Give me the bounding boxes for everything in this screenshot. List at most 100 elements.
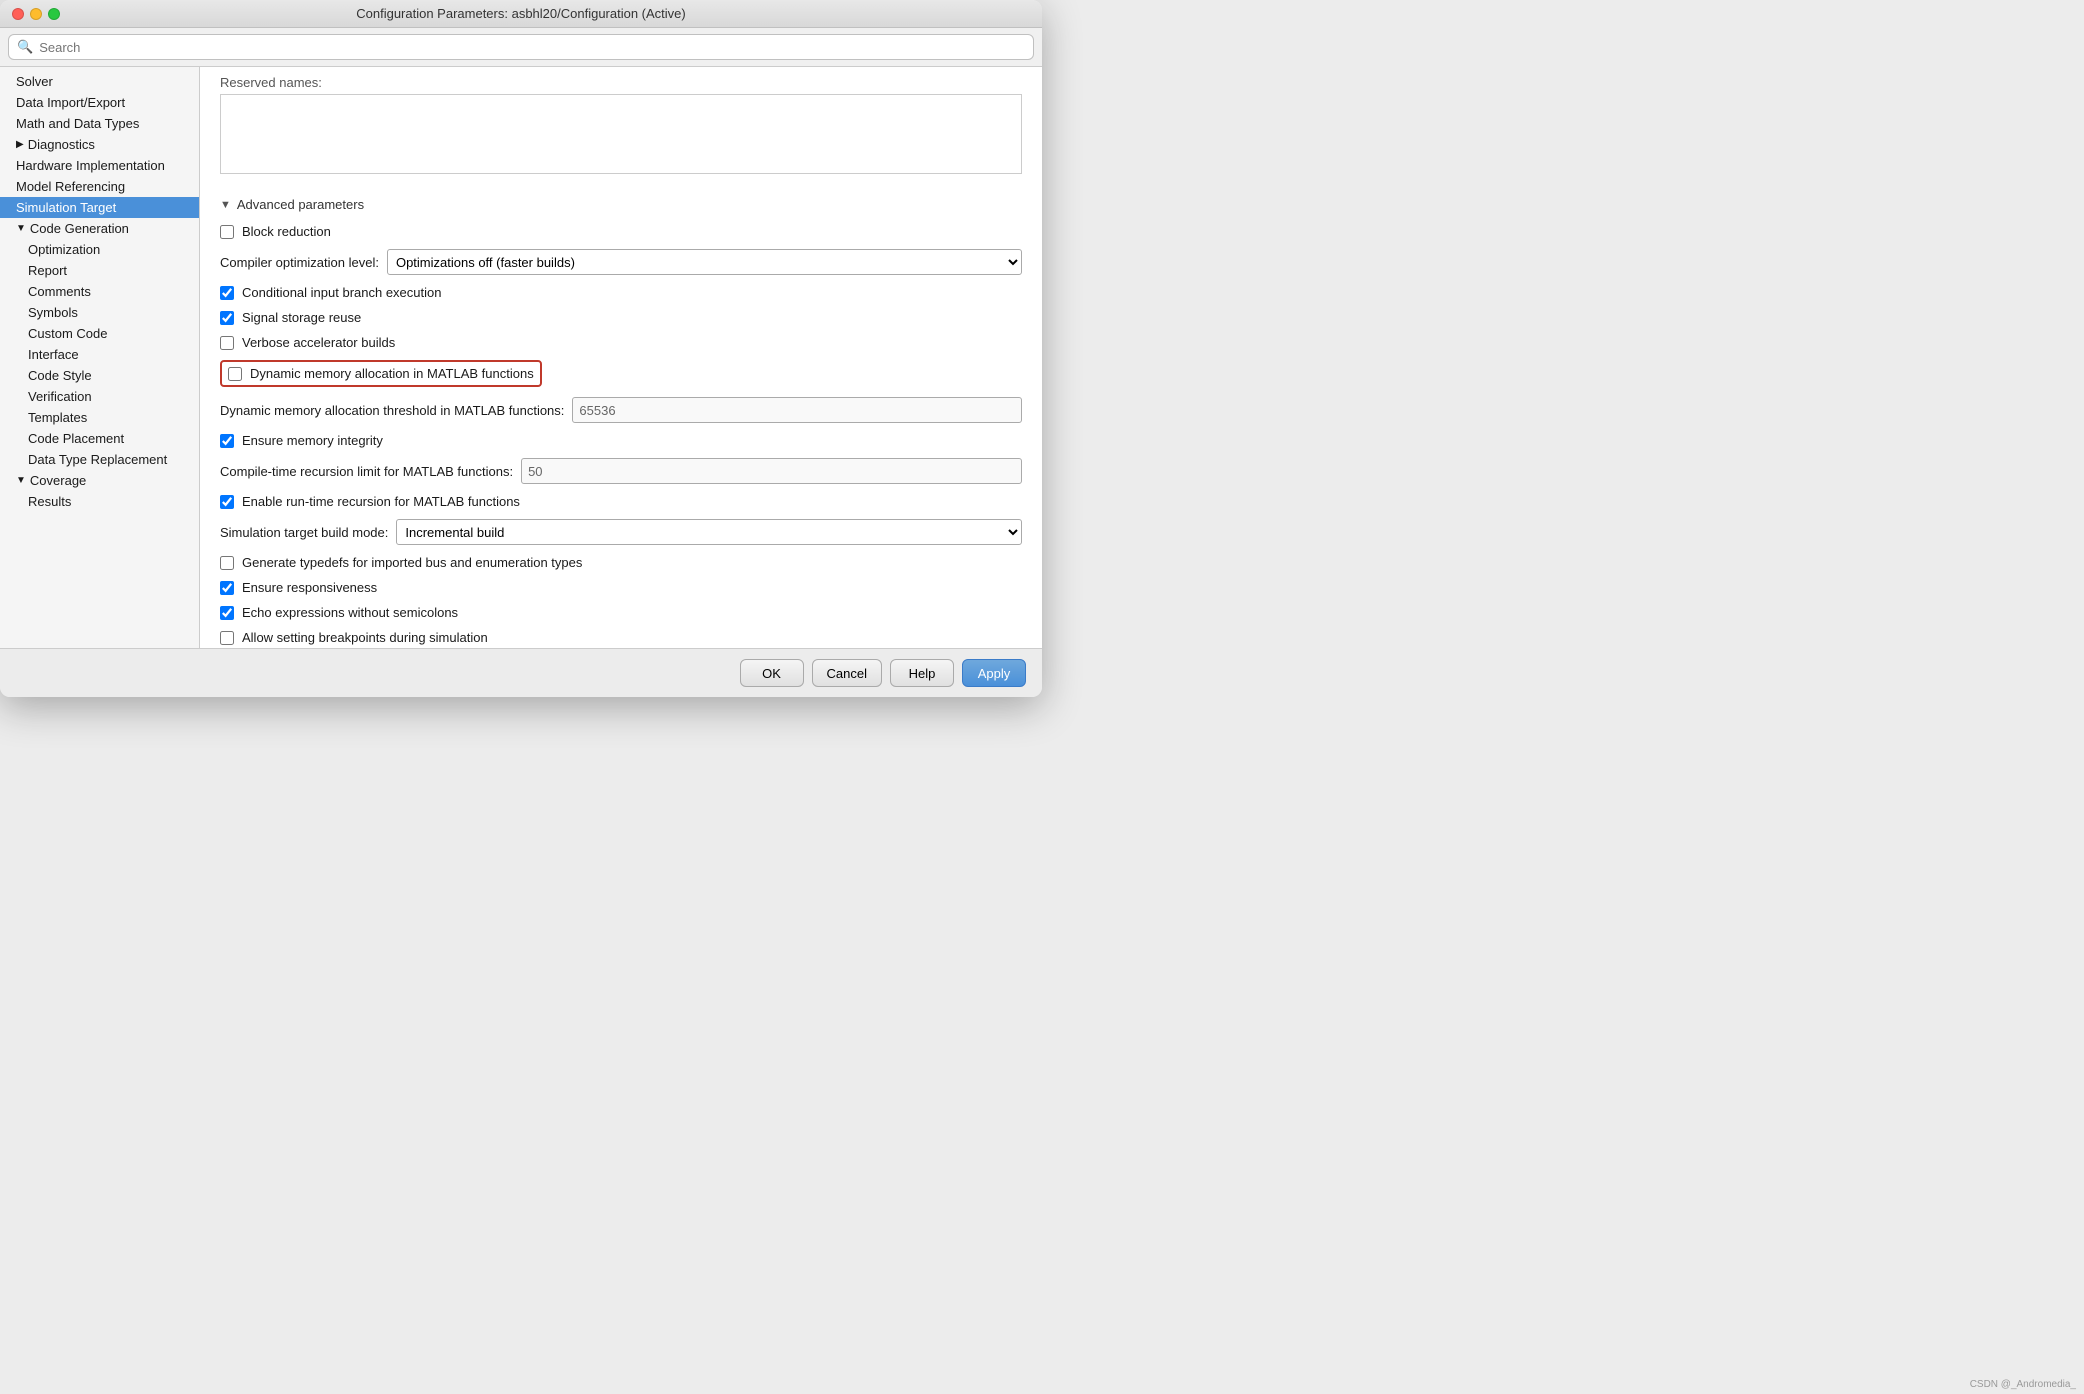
advanced-parameters-header: ▼ Advanced parameters <box>220 197 1022 212</box>
sidebar-item-label: Data Type Replacement <box>28 452 167 467</box>
sidebar-item-code-generation[interactable]: ▼Code Generation <box>0 218 199 239</box>
main-window: Configuration Parameters: asbhl20/Config… <box>0 0 1042 697</box>
sidebar-item-templates[interactable]: Templates <box>0 407 199 428</box>
label-dynamic-memory-allocation: Dynamic memory allocation in MATLAB func… <box>250 366 534 381</box>
checkbox-signal-storage-reuse[interactable] <box>220 311 234 325</box>
window-title: Configuration Parameters: asbhl20/Config… <box>356 6 686 21</box>
param-row-sim-target-build-mode: Simulation target build mode: Incremental… <box>220 519 1022 545</box>
sidebar-item-label: Results <box>28 494 71 509</box>
sidebar-item-label: Model Referencing <box>16 179 125 194</box>
label-generate-typedefs: Generate typedefs for imported bus and e… <box>242 555 582 570</box>
sidebar-item-label: Custom Code <box>28 326 107 341</box>
checkbox-generate-typedefs[interactable] <box>220 556 234 570</box>
param-row-conditional-input-branch: Conditional input branch execution <box>220 285 1022 300</box>
sidebar-item-coverage[interactable]: ▼Coverage <box>0 470 199 491</box>
sidebar-item-label: Comments <box>28 284 91 299</box>
close-button[interactable] <box>12 8 24 20</box>
sidebar-item-label: Simulation Target <box>16 200 116 215</box>
sidebar-item-model-referencing[interactable]: Model Referencing <box>0 176 199 197</box>
sidebar-item-simulation-target[interactable]: Simulation Target <box>0 197 199 218</box>
collapse-icon[interactable]: ▼ <box>220 199 231 211</box>
sidebar-item-label: Code Style <box>28 368 92 383</box>
sidebar-item-code-placement[interactable]: Code Placement <box>0 428 199 449</box>
sidebar-item-label: Diagnostics <box>28 137 95 152</box>
checkbox-enable-runtime-recursion[interactable] <box>220 495 234 509</box>
sidebar-item-report[interactable]: Report <box>0 260 199 281</box>
sidebar-item-comments[interactable]: Comments <box>0 281 199 302</box>
advanced-parameters-title: Advanced parameters <box>237 197 364 212</box>
label-dynamic-memory-threshold: Dynamic memory allocation threshold in M… <box>220 403 564 418</box>
param-row-compiler-opt-level: Compiler optimization level: Optimization… <box>220 249 1022 275</box>
param-row-compile-time-recursion: Compile-time recursion limit for MATLAB … <box>220 458 1022 484</box>
params-container: Block reduction Compiler optimization lev… <box>220 224 1022 645</box>
cancel-button[interactable]: Cancel <box>812 659 882 687</box>
label-verbose-accelerator-builds: Verbose accelerator builds <box>242 335 395 350</box>
chevron-icon: ▼ <box>16 475 26 486</box>
label-allow-breakpoints: Allow setting breakpoints during simulat… <box>242 630 488 645</box>
checkbox-ensure-memory-integrity[interactable] <box>220 434 234 448</box>
minimize-button[interactable] <box>30 8 42 20</box>
checkbox-echo-expressions[interactable] <box>220 606 234 620</box>
sidebar-item-diagnostics[interactable]: ▶Diagnostics <box>0 134 199 155</box>
label-enable-runtime-recursion: Enable run-time recursion for MATLAB fun… <box>242 494 520 509</box>
main-content: Solver Data Import/Export Math and Data Ty… <box>0 67 1042 648</box>
help-button[interactable]: Help <box>890 659 954 687</box>
text-input-compile-time-recursion[interactable] <box>521 458 1022 484</box>
maximize-button[interactable] <box>48 8 60 20</box>
sidebar-item-data-type-replacement[interactable]: Data Type Replacement <box>0 449 199 470</box>
watermark: CSDN @_Andromedia_ <box>1970 1379 2076 1390</box>
sidebar: Solver Data Import/Export Math and Data Ty… <box>0 67 200 648</box>
label-ensure-responsiveness: Ensure responsiveness <box>242 580 377 595</box>
content-area: Reserved names: ▼ Advanced parameters Bl… <box>200 67 1042 648</box>
dropdown-sim-target-build-mode[interactable]: Incremental buildClean build <box>396 519 1022 545</box>
sidebar-item-label: Optimization <box>28 242 100 257</box>
param-row-block-reduction: Block reduction <box>220 224 1022 239</box>
sidebar-item-symbols[interactable]: Symbols <box>0 302 199 323</box>
advanced-parameters-section: ▼ Advanced parameters Block reduction Com… <box>200 187 1042 648</box>
sidebar-item-label: Math and Data Types <box>16 116 139 131</box>
checkbox-dynamic-memory-allocation[interactable] <box>228 367 242 381</box>
label-ensure-memory-integrity: Ensure memory integrity <box>242 433 383 448</box>
checkbox-block-reduction[interactable] <box>220 225 234 239</box>
label-block-reduction: Block reduction <box>242 224 331 239</box>
sidebar-item-label: Code Generation <box>30 221 129 236</box>
sidebar-item-code-style[interactable]: Code Style <box>0 365 199 386</box>
param-row-echo-expressions: Echo expressions without semicolons <box>220 605 1022 620</box>
text-input-dynamic-memory-threshold[interactable] <box>572 397 1022 423</box>
param-row-dynamic-memory-threshold: Dynamic memory allocation threshold in M… <box>220 397 1022 423</box>
label-compiler-opt-level: Compiler optimization level: <box>220 255 379 270</box>
sidebar-item-results[interactable]: Results <box>0 491 199 512</box>
param-row-ensure-memory-integrity: Ensure memory integrity <box>220 433 1022 448</box>
checkbox-ensure-responsiveness[interactable] <box>220 581 234 595</box>
sidebar-item-label: Report <box>28 263 67 278</box>
param-row-verbose-accelerator-builds: Verbose accelerator builds <box>220 335 1022 350</box>
sidebar-item-interface[interactable]: Interface <box>0 344 199 365</box>
reserved-names-label: Reserved names: <box>200 67 1042 94</box>
title-bar: Configuration Parameters: asbhl20/Config… <box>0 0 1042 28</box>
dropdown-compiler-opt-level[interactable]: Optimizations off (faster builds)Optimiz… <box>387 249 1022 275</box>
sidebar-item-math-data-types[interactable]: Math and Data Types <box>0 113 199 134</box>
sidebar-item-label: Code Placement <box>28 431 124 446</box>
label-sim-target-build-mode: Simulation target build mode: <box>220 525 388 540</box>
label-conditional-input-branch: Conditional input branch execution <box>242 285 441 300</box>
sidebar-item-label: Data Import/Export <box>16 95 125 110</box>
sidebar-item-verification[interactable]: Verification <box>0 386 199 407</box>
sidebar-item-hardware-impl[interactable]: Hardware Implementation <box>0 155 199 176</box>
label-echo-expressions: Echo expressions without semicolons <box>242 605 458 620</box>
sidebar-item-solver[interactable]: Solver <box>0 71 199 92</box>
sidebar-item-data-import-export[interactable]: Data Import/Export <box>0 92 199 113</box>
sidebar-item-label: Interface <box>28 347 79 362</box>
sidebar-item-custom-code[interactable]: Custom Code <box>0 323 199 344</box>
ok-button[interactable]: OK <box>740 659 804 687</box>
checkbox-allow-breakpoints[interactable] <box>220 631 234 645</box>
apply-button[interactable]: Apply <box>962 659 1026 687</box>
checkbox-verbose-accelerator-builds[interactable] <box>220 336 234 350</box>
param-row-dynamic-memory-allocation: Dynamic memory allocation in MATLAB func… <box>220 360 542 387</box>
param-row-enable-runtime-recursion: Enable run-time recursion for MATLAB fun… <box>220 494 1022 509</box>
sidebar-item-optimization[interactable]: Optimization <box>0 239 199 260</box>
sidebar-item-label: Solver <box>16 74 53 89</box>
param-row-ensure-responsiveness: Ensure responsiveness <box>220 580 1022 595</box>
checkbox-conditional-input-branch[interactable] <box>220 286 234 300</box>
search-input[interactable] <box>39 40 1025 55</box>
reserved-names-input[interactable] <box>220 94 1022 174</box>
